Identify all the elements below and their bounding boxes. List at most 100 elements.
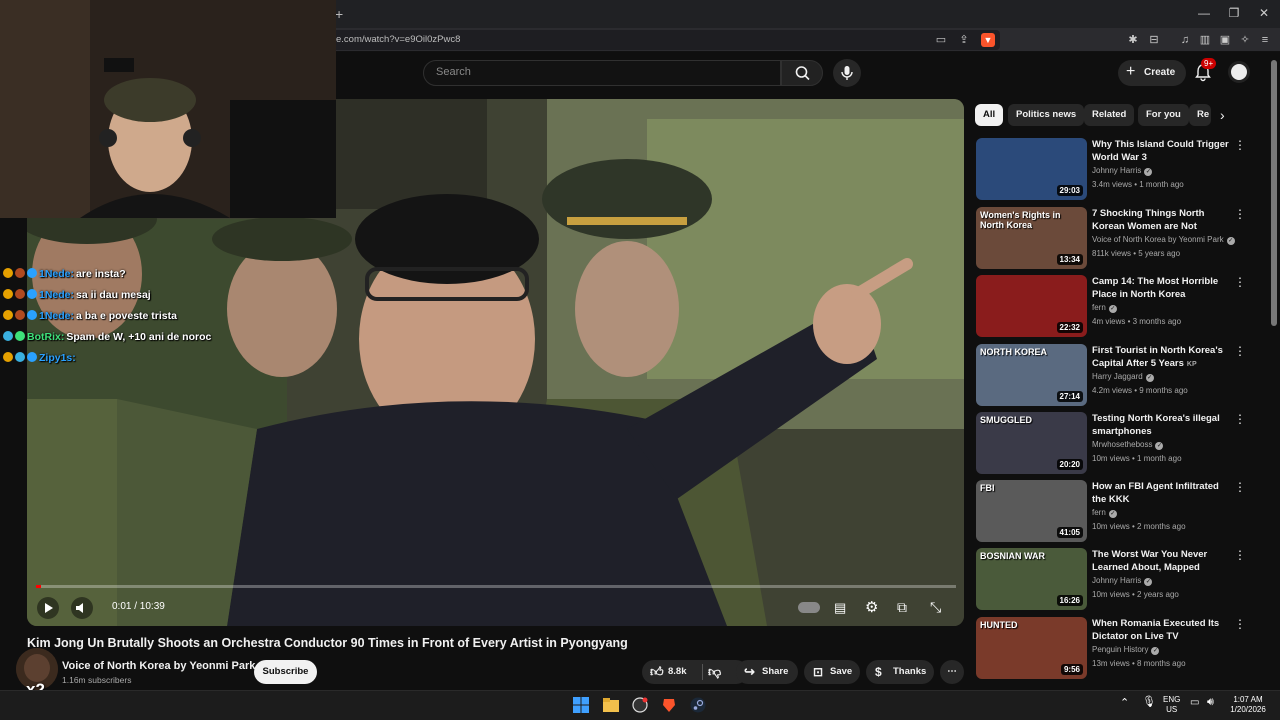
more-vert-icon[interactable]: ⋮ [1234,138,1246,152]
recommendation-item[interactable]: FBI 41:05 How an FBI Agent Infiltrated the… [976,480,1268,544]
more-vert-icon[interactable]: ⋮ [1234,207,1246,221]
chip-for-you[interactable]: For you [1138,104,1189,126]
recommendation-item[interactable]: HUNTED 9:56 When Romania Executed Its Dict… [976,617,1268,681]
minimize-button[interactable]: — [1194,6,1214,20]
voice-search-button[interactable] [833,59,861,87]
play-icon[interactable] [36,597,60,619]
speaker-icon[interactable]: 🔊︎ [1207,697,1214,708]
recommendation-title[interactable]: When Romania Executed Its Dictator on Li… [1092,617,1232,643]
share-button[interactable]: ↪ Share [736,660,798,684]
dislike-icon[interactable]: 👎︎ [708,660,721,684]
save-button[interactable]: ⊡ Save [804,660,860,684]
autoplay-toggle[interactable] [798,602,820,613]
video-duration: 29:03 [1056,185,1083,196]
subscribe-button[interactable]: Subscribe [254,660,317,684]
extensions-icon[interactable]: ✱ [1126,33,1140,47]
tab-search-icon[interactable]: ⊟ [1147,33,1161,47]
video-duration: 41:05 [1056,527,1083,538]
recommendation-item[interactable]: Women's Rights in North Korea 13:34 7 Shoc… [976,207,1268,271]
more-vert-icon[interactable]: ⋮ [1234,344,1246,358]
recommendation-item[interactable]: SMUGGLED 20:20 Testing North Korea's illeg… [976,412,1268,476]
recommendation-title[interactable]: Camp 14: The Most Horrible Place in Nort… [1092,275,1232,301]
cast-icon[interactable]: ▭ [934,33,948,47]
page-scrollbar[interactable] [1271,60,1277,326]
recommendation-title[interactable]: Testing North Korea's illegal smartphone… [1092,412,1232,438]
video-thumbnail[interactable]: Women's Rights in North Korea 13:34 [976,207,1087,269]
file-explorer-icon[interactable] [603,697,619,713]
more-icon: ⋯ [947,666,957,677]
more-vert-icon[interactable]: ⋮ [1234,412,1246,426]
video-progress-bar[interactable] [36,585,956,588]
recommendation-channel[interactable]: Johnny Harris ✓ [1092,576,1153,586]
recommendation-title[interactable]: How an FBI Agent Infiltrated the KKK [1092,480,1232,506]
recommendation-title[interactable]: 7 Shocking Things North Korean Women are… [1092,207,1232,233]
new-tab-button[interactable]: + [335,6,343,22]
more-vert-icon[interactable]: ⋮ [1234,480,1246,494]
recommendation-channel[interactable]: fern ✓ [1092,303,1117,313]
recommendation-title[interactable]: The Worst War You Never Learned About, M… [1092,548,1232,574]
obs-icon[interactable] [632,697,648,713]
leo-ai-icon[interactable]: ✧ [1238,33,1252,47]
tray-chevron-icon[interactable]: ⌃ [1120,698,1129,709]
recommendation-title[interactable]: Why This Island Could Trigger World War … [1092,138,1232,164]
search-button[interactable] [781,60,823,86]
video-thumbnail[interactable]: SMUGGLED 20:20 [976,412,1087,474]
more-vert-icon[interactable]: ⋮ [1234,617,1246,631]
fullscreen-exit-icon[interactable]: ⤡ [930,599,941,616]
like-count[interactable]: 8.8k [668,660,687,684]
video-thumbnail[interactable]: BOSNIAN WAR 16:26 [976,548,1087,610]
account-avatar[interactable] [1228,61,1250,83]
more-actions-button[interactable]: ⋯ [940,660,964,684]
video-thumbnail[interactable]: 29:03 [976,138,1087,200]
recommendation-item[interactable]: NORTH KOREA 27:14 First Tourist in North K… [976,344,1268,408]
chip-partial[interactable]: Re [1189,104,1211,126]
video-thumbnail[interactable]: 22:32 [976,275,1087,337]
brave-shields-icon[interactable]: ▼ [981,33,995,47]
video-thumbnail[interactable]: HUNTED 9:56 [976,617,1087,679]
chevron-right-icon[interactable]: › [1220,107,1225,123]
recommendation-channel[interactable]: Voice of North Korea by Yeonmi Park ✓ [1092,235,1235,245]
video-thumbnail[interactable]: NORTH KOREA 27:14 [976,344,1087,406]
address-bar[interactable]: e.com/watch?v=e9Oil0zPwc8 [330,30,1000,50]
network-icon[interactable]: ▭ [1190,698,1199,708]
recommendation-channel[interactable]: Penguin History ✓ [1092,645,1160,655]
search-input[interactable]: Search [423,60,781,86]
menu-icon[interactable]: ≡ [1258,33,1272,47]
recommendation-channel[interactable]: fern ✓ [1092,508,1117,518]
recommendation-channel[interactable]: Mrwhosetheboss ✓ [1092,440,1164,450]
share-page-icon[interactable]: ⇪ [957,33,971,47]
recommendation-item[interactable]: 29:03 Why This Island Could Trigger World… [976,138,1268,202]
like-icon[interactable]: 👍︎ [650,660,664,684]
brave-browser-icon[interactable] [661,697,677,713]
restore-button[interactable]: ❐ [1224,6,1244,20]
more-vert-icon[interactable]: ⋮ [1234,275,1246,289]
chat-badge-icon [3,331,13,341]
media-icon[interactable]: ♫ [1178,33,1192,47]
create-button[interactable]: + Create [1118,60,1186,86]
settings-gear-icon[interactable]: ⚙ [865,598,878,616]
sidebar-icon[interactable]: ▥ [1198,33,1212,47]
language-indicator[interactable]: ENG US [1163,695,1180,715]
clock[interactable]: 1:07 AM 1/20/2026 [1226,695,1270,715]
subtitles-icon[interactable]: ▤ [834,600,846,616]
more-vert-icon[interactable]: ⋮ [1234,548,1246,562]
volume-icon[interactable] [70,597,94,619]
wallet-icon[interactable]: ▣ [1218,33,1232,47]
recommendation-item[interactable]: 22:32 Camp 14: The Most Horrible Place in… [976,275,1268,339]
video-thumbnail[interactable]: FBI 41:05 [976,480,1087,542]
recommendation-title[interactable]: First Tourist in North Korea's Capital A… [1092,344,1232,370]
thanks-button[interactable]: $ Thanks [866,660,934,684]
chip-politics-news[interactable]: Politics news [1008,104,1085,126]
chip-all[interactable]: All [975,104,1004,126]
chip-related[interactable]: Related [1084,104,1135,126]
title-flag: KP [1186,361,1197,368]
recommendation-channel[interactable]: Harry Jaggard ✓ [1092,372,1154,382]
recommendation-channel[interactable]: Johnny Harris ✓ [1092,166,1153,176]
steam-icon[interactable] [690,697,706,713]
microphone-tray-icon[interactable]: 🎙︎ [1142,697,1156,708]
windows-start-icon[interactable] [573,697,589,713]
channel-name[interactable]: Voice of North Korea by Yeonmi Park [62,660,255,672]
miniplayer-icon[interactable]: ⧉ [897,599,907,616]
close-window-button[interactable]: ✕ [1254,6,1274,20]
recommendation-item[interactable]: BOSNIAN WAR 16:26 The Worst War You Never … [976,548,1268,612]
